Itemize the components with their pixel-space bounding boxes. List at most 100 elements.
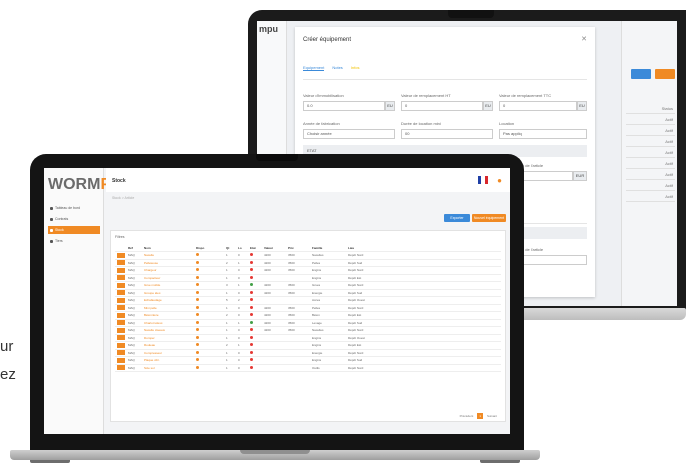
table-row[interactable]: MAQ Scie sol 1 0 Outils Dépôt Nord [115,365,501,372]
sidebar-item-stock[interactable]: Stock [48,226,100,234]
status-cell [249,275,263,280]
row-edit-button[interactable] [117,327,125,333]
immobilisation-input[interactable]: 0.0 [303,101,385,111]
table-row[interactable]: MAQ Pelleteuse 2 1 4200 3500 Pelles Dépôt Sud [115,260,501,267]
sidebar-item-tableau-de-bord[interactable]: Tableau de bord [48,204,100,212]
back-orange-button[interactable] [655,69,675,79]
status-cell [249,313,263,317]
table-row[interactable]: MAQ Compacteur 1 0 Engins Dépôt Est [115,275,501,282]
row-edit-button[interactable] [117,357,125,363]
column-header[interactable]: Valeur [263,246,287,250]
divider [303,79,587,80]
column-header[interactable]: Prix [287,246,311,250]
column-header[interactable]: Famille [311,246,347,250]
price-cell: 3500 [288,328,295,333]
tab-equipement[interactable]: Equipement [303,65,325,71]
column-header[interactable]: Réf [127,246,143,250]
name-cell: Groupe élec. [144,290,162,295]
replacement-ttc-input[interactable]: 0 [499,101,577,111]
table-row[interactable]: MAQ Chargeur 1 0 4200 3500 Engins Dépôt Nord [115,267,501,275]
sidebar-item-tiers[interactable]: Tiers [48,237,100,245]
table-row[interactable]: MAQ Nacelle ciseaux 1 0 4200 3500 Nacelles Dépô… [115,327,501,335]
location-cell: Dépôt Sud [348,320,363,325]
location-cell: Dépôt Est [348,343,362,348]
table-row[interactable]: MAQ Rouleau 2 1 Engins Dépôt Est [115,342,501,350]
row-edit-button[interactable] [117,305,125,311]
availability-dot-icon [196,260,199,264]
tab-infos[interactable]: Infos [351,65,360,71]
pager-current[interactable]: 1 [477,413,483,419]
row-edit-button[interactable] [117,267,125,273]
column-header[interactable]: Lieu [347,246,397,250]
location-select[interactable]: Pas appliq [499,129,587,139]
replacement-ht-input[interactable]: 0 [401,101,483,111]
name-cell: Dumper [144,335,155,340]
menu-icon [50,239,53,243]
front-laptop-screen: WORMPE Tableau de bordContratsStockTiers… [44,168,510,434]
french-flag-icon[interactable] [478,176,488,184]
export-button[interactable]: Exporter [444,214,470,222]
table-row[interactable]: MAQ Bétonnière 2 0 4200 3500 Béton Dépôt Est [115,312,501,320]
loan-cell: 0 [238,275,240,280]
stock-table-card: Filtres Réf Nom Dispo Qt Lo Etat Valeur Prix Fam… [110,230,506,422]
qty-cell: 1 [226,320,228,325]
price-cell: 3500 [288,253,295,258]
location-cell: Dépôt Nord [348,365,364,370]
tab-notes[interactable]: Notes [332,65,342,71]
column-header[interactable]: Lo [237,246,249,250]
row-edit-button[interactable] [117,350,125,356]
column-header[interactable]: Dispo [195,246,225,250]
column-header[interactable]: Etat [249,246,263,250]
row-edit-button[interactable] [117,297,125,303]
row-edit-button[interactable] [117,342,125,348]
bell-icon[interactable]: ● [497,176,502,185]
row-action-cell [115,350,127,356]
row-edit-button[interactable] [117,282,125,288]
pager-next[interactable]: Suivant [485,413,499,419]
table-row[interactable]: MAQ Compresseur 1 0 Energie Dépôt Nord [115,350,501,357]
page-title: Stock [112,178,126,184]
new-equipment-button[interactable]: Nouvel équipement [472,214,506,222]
table-row[interactable]: MAQ Groupe élec. 1 0 4200 3500 Energie Dépôt Su… [115,290,501,297]
qty-cell: 2 [226,343,228,348]
location-cell: Dépôt Nord [348,350,364,355]
close-icon[interactable]: ✕ [581,35,587,43]
table-row[interactable]: MAQ Chariot télesc. 1 1 4200 3500 Levage Dépôt … [115,320,501,327]
row-edit-button[interactable] [117,260,125,266]
row-edit-button[interactable] [117,365,125,371]
table-row[interactable]: MAQ Mini pelle 1 0 4200 3500 Pelles Dépôt Nord [115,305,501,312]
table-row[interactable]: MAQ Echafaudage 5 2 Acces Dépôt Ouest [115,297,501,305]
value-cell: 4200 [264,260,271,265]
availability-cell [195,290,225,295]
table-row[interactable]: MAQ Grue mobile 3 1 4200 3500 Grues Dépôt Nord [115,282,501,290]
table-row[interactable]: MAQ Dumper 1 0 Engins Dépôt Ouest [115,335,501,342]
row-edit-button[interactable] [117,275,125,281]
ref-cell: MAQ [128,275,135,280]
availability-dot-icon [196,283,199,287]
row-edit-button[interactable] [117,335,125,341]
column-header[interactable]: Nom [143,246,195,250]
loan-cell: 1 [238,283,240,288]
row-edit-button[interactable] [117,252,125,258]
row-edit-button[interactable] [117,290,125,296]
min-duration-select[interactable]: 00 [401,129,493,139]
back-blue-button[interactable] [631,69,651,79]
column-header[interactable]: Qt [225,246,237,250]
filter-toggle[interactable]: Filtres [115,235,125,239]
name-cell: Chariot télesc. [144,320,164,325]
price-cell: 3500 [288,283,295,288]
availability-dot-icon [196,350,199,354]
row-action-cell [115,327,127,333]
row-edit-button[interactable] [117,312,125,318]
ref-cell: MAQ [128,283,135,288]
year-select[interactable]: Choisir année [303,129,395,139]
pager-prev[interactable]: Précédent [458,413,476,419]
family-cell: Béton [312,313,320,318]
row-action-cell [115,282,127,288]
table-row[interactable]: MAQ Nacelle 1 0 4200 3500 Nacelles Dépôt Nord [115,252,501,260]
value-cell: 4200 [264,313,271,318]
ref-cell: MAQ [128,305,135,310]
table-row[interactable]: MAQ Plaque vibr. 1 0 Engins Dépôt Sud [115,357,501,365]
sidebar-item-contrats[interactable]: Contrats [48,215,100,223]
row-edit-button[interactable] [117,320,125,326]
